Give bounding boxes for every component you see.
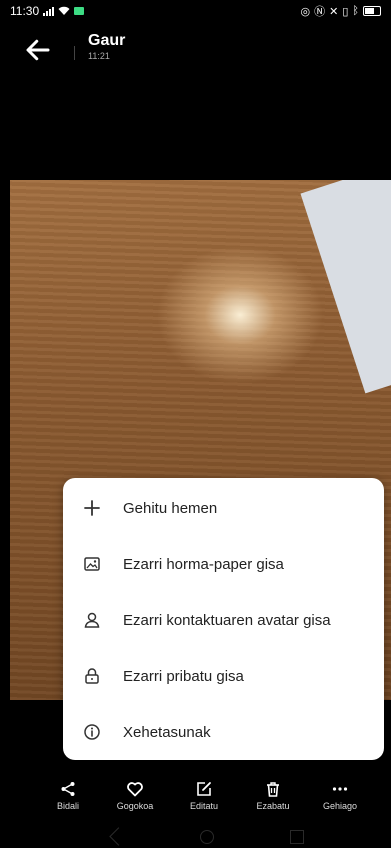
delete-button[interactable]: Ezabatu [238, 778, 308, 811]
heart-icon [100, 778, 170, 800]
wallpaper-icon [81, 553, 103, 575]
favorite-label: Gogokoa [116, 801, 154, 811]
status-right: ◎ Ⓝ ✕ ▯ ᛒ [300, 3, 381, 19]
back-arrow-icon[interactable] [23, 35, 53, 65]
vibrate-icon: ▯ [342, 5, 349, 18]
edit-button[interactable]: Editatu [169, 778, 239, 811]
n-icon: Ⓝ [314, 6, 326, 18]
plus-icon [81, 497, 103, 519]
share-button[interactable]: Bidali [33, 778, 103, 811]
edit-label: Editatu [189, 801, 219, 811]
edit-icon [169, 778, 239, 800]
contact-icon [81, 609, 103, 631]
nav-back-icon[interactable] [109, 827, 128, 846]
status-left: 11:30 [10, 4, 85, 18]
nfc-icon: ◎ [300, 5, 311, 18]
status-bar: 11:30 ◎ Ⓝ ✕ ▯ ᛒ [0, 0, 391, 22]
more-label: Gehiago [322, 801, 358, 811]
page-subtitle: 11:21 [88, 51, 110, 61]
lock-icon [81, 665, 103, 687]
menu-item-label: Gehitu hemen [123, 499, 218, 517]
favorite-button[interactable]: Gogokoa [100, 778, 170, 811]
bottom-action-bar: Bidali Gogokoa Editatu Ezabatu Gehiago [0, 770, 391, 820]
battery-icon [363, 6, 381, 16]
wifi-icon [58, 6, 70, 15]
menu-item-set-wallpaper[interactable]: Ezarri horma-paper gisa [63, 537, 384, 591]
more-button[interactable]: Gehiago [305, 778, 375, 811]
trash-icon [238, 778, 308, 800]
divider [74, 46, 75, 60]
nav-recents-icon[interactable] [290, 830, 304, 844]
menu-item-label: Xehetasunak [123, 723, 211, 741]
share-icon [33, 778, 103, 800]
mute-icon: ✕ [329, 5, 339, 18]
menu-item-label: Ezarri horma-paper gisa [123, 555, 284, 573]
page-title: Gaur [88, 32, 126, 49]
bluetooth-icon: ᛒ [352, 5, 359, 17]
delete-label: Ezabatu [256, 801, 290, 811]
more-options-menu: Gehitu hemen Ezarri horma-paper gisa Eza… [63, 478, 384, 760]
system-nav-bar [0, 824, 391, 848]
menu-item-set-contact-avatar[interactable]: Ezarri kontaktuaren avatar gisa [63, 593, 384, 647]
nav-home-icon[interactable] [200, 830, 214, 844]
light-reflection [150, 240, 330, 390]
signal-icon [43, 6, 55, 16]
menu-item-details[interactable]: Xehetasunak [63, 705, 384, 759]
info-icon [81, 721, 103, 743]
menu-item-add-here[interactable]: Gehitu hemen [63, 481, 384, 535]
menu-item-label: Ezarri pribatu gisa [123, 667, 244, 685]
more-icon [305, 778, 375, 800]
menu-item-set-private[interactable]: Ezarri pribatu gisa [63, 649, 384, 703]
status-time: 11:30 [10, 4, 40, 18]
menu-item-label: Ezarri kontaktuaren avatar gisa [123, 611, 331, 629]
share-label: Bidali [56, 801, 79, 811]
top-bar: Gaur 11:21 [0, 26, 391, 70]
battery-saver-icon [74, 7, 85, 15]
